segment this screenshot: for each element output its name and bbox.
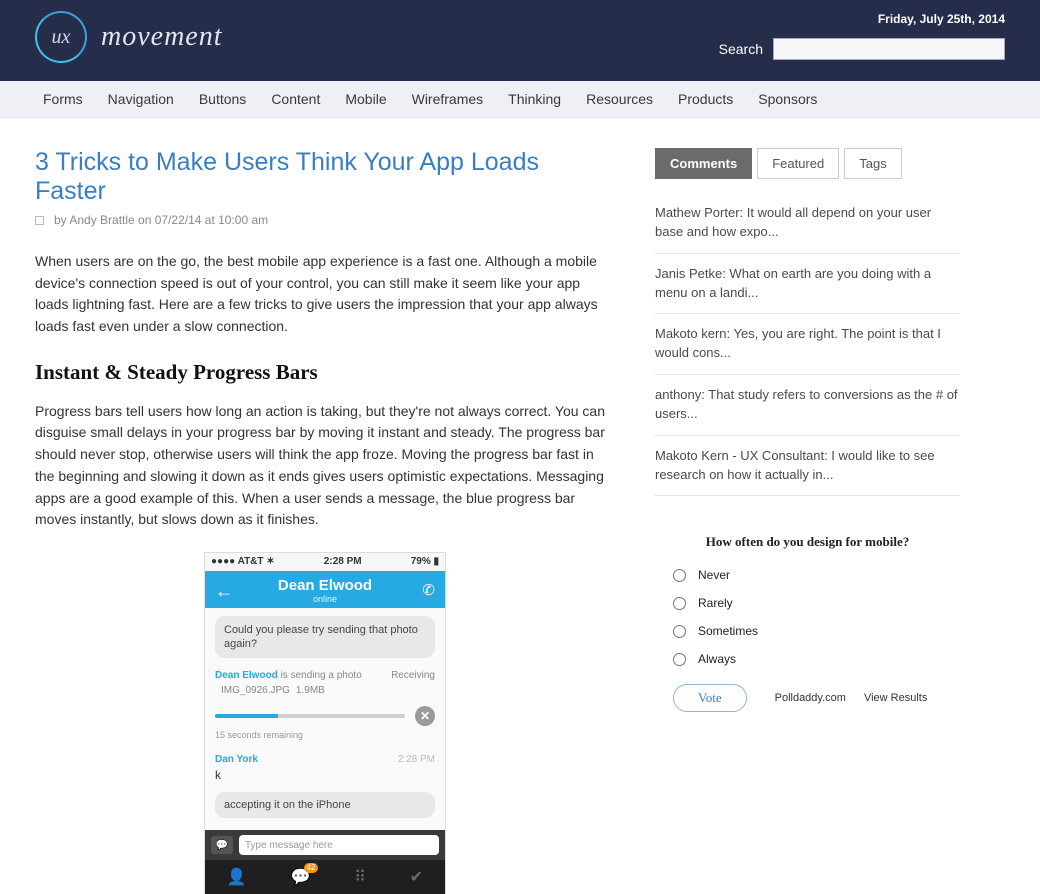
nav-thinking[interactable]: Thinking	[508, 91, 561, 107]
comment-item[interactable]: Janis Petke: What on earth are you doing…	[655, 254, 960, 315]
contact-status: online	[205, 594, 445, 604]
dialpad-icon: ⠿	[354, 867, 366, 887]
poll-option-never[interactable]: Never	[673, 568, 960, 582]
comment-item[interactable]: Makoto kern: Yes, you are right. The poi…	[655, 314, 960, 375]
poll-option-rarely[interactable]: Rarely	[673, 596, 960, 610]
poll-option-always[interactable]: Always	[673, 652, 960, 666]
sidebar-tabs: Comments Featured Tags	[655, 148, 960, 179]
logo-text: movement	[101, 21, 223, 53]
receiving-label: Receiving	[391, 670, 435, 681]
check-icon: ✔	[410, 867, 423, 887]
nav-products[interactable]: Products	[678, 91, 733, 107]
search-area: Search	[719, 38, 1005, 60]
search-input[interactable]	[773, 38, 1005, 60]
nav-sponsors[interactable]: Sponsors	[758, 91, 817, 107]
unread-badge: 42	[304, 863, 319, 873]
speech-bubble-icon: 💬	[211, 836, 233, 854]
nav-forms[interactable]: Forms	[43, 91, 83, 107]
time-remaining: 15 seconds remaining	[215, 730, 435, 740]
poll-question: How often do you design for mobile?	[655, 534, 960, 550]
contacts-icon: 👤	[227, 867, 247, 887]
tab-tags[interactable]: Tags	[844, 148, 901, 179]
site-logo[interactable]: ux movement	[35, 11, 223, 63]
file-name: IMG_0926.JPG1.9MB	[215, 684, 435, 696]
vote-button[interactable]: Vote	[673, 684, 747, 712]
incoming-message: Could you please try sending that photo …	[215, 616, 435, 659]
sending-label: is sending a photo	[281, 670, 362, 681]
primary-nav: Forms Navigation Buttons Content Mobile …	[35, 81, 1005, 117]
sender-name: Dean Elwood	[215, 670, 278, 681]
nav-wireframes[interactable]: Wireframes	[412, 91, 484, 107]
nav-navigation[interactable]: Navigation	[108, 91, 174, 107]
logo-badge: ux	[35, 11, 87, 63]
article-byline: by Andy Brattle on 07/22/14 at 10:00 am	[54, 213, 268, 227]
message-input: Type message here	[239, 835, 439, 855]
nav-content[interactable]: Content	[271, 91, 320, 107]
article-intro: When users are on the go, the best mobil…	[35, 251, 615, 338]
meta-icon	[35, 216, 44, 225]
nav-buttons[interactable]: Buttons	[199, 91, 246, 107]
comment-item[interactable]: anthony: That study refers to conversion…	[655, 375, 960, 436]
article-paragraph: Progress bars tell users how long an act…	[35, 401, 615, 531]
poll-widget: How often do you design for mobile? Neve…	[655, 534, 960, 712]
contact-name: Dean Elwood	[205, 577, 445, 594]
reply-sender: Dan York	[215, 754, 258, 765]
phone-icon: ✆	[422, 581, 435, 599]
search-label: Search	[719, 41, 763, 57]
status-battery: 79% ▮	[411, 556, 439, 567]
status-time: 2:28 PM	[324, 556, 362, 567]
tab-featured[interactable]: Featured	[757, 148, 839, 179]
view-results-link[interactable]: View Results	[864, 692, 927, 704]
comment-item[interactable]: Makoto Kern - UX Consultant: I would lik…	[655, 436, 960, 497]
nav-resources[interactable]: Resources	[586, 91, 653, 107]
reply-time: 2:28 PM	[398, 754, 435, 765]
article-title[interactable]: 3 Tricks to Make Users Think Your App Lo…	[35, 148, 615, 206]
status-carrier: ●●●● AT&T ✶	[211, 556, 275, 567]
tab-comments[interactable]: Comments	[655, 148, 752, 179]
reply-bubble: accepting it on the iPhone	[215, 792, 435, 818]
reply-text: k	[215, 768, 435, 782]
chat-icon: 💬42	[291, 867, 311, 887]
poll-option-sometimes[interactable]: Sometimes	[673, 624, 960, 638]
comment-item[interactable]: Mathew Porter: It would all depend on yo…	[655, 193, 960, 254]
phone-mockup: ●●●● AT&T ✶ 2:28 PM 79% ▮ ← Dean Elwood …	[205, 553, 445, 894]
upload-progress-bar	[215, 714, 405, 718]
nav-mobile[interactable]: Mobile	[345, 91, 386, 107]
comments-list: Mathew Porter: It would all depend on yo…	[655, 193, 960, 496]
current-date: Friday, July 25th, 2014	[878, 12, 1005, 26]
polldaddy-link[interactable]: Polldaddy.com	[775, 692, 846, 704]
cancel-icon: ✕	[415, 706, 435, 726]
article-heading: Instant & Steady Progress Bars	[35, 360, 615, 385]
